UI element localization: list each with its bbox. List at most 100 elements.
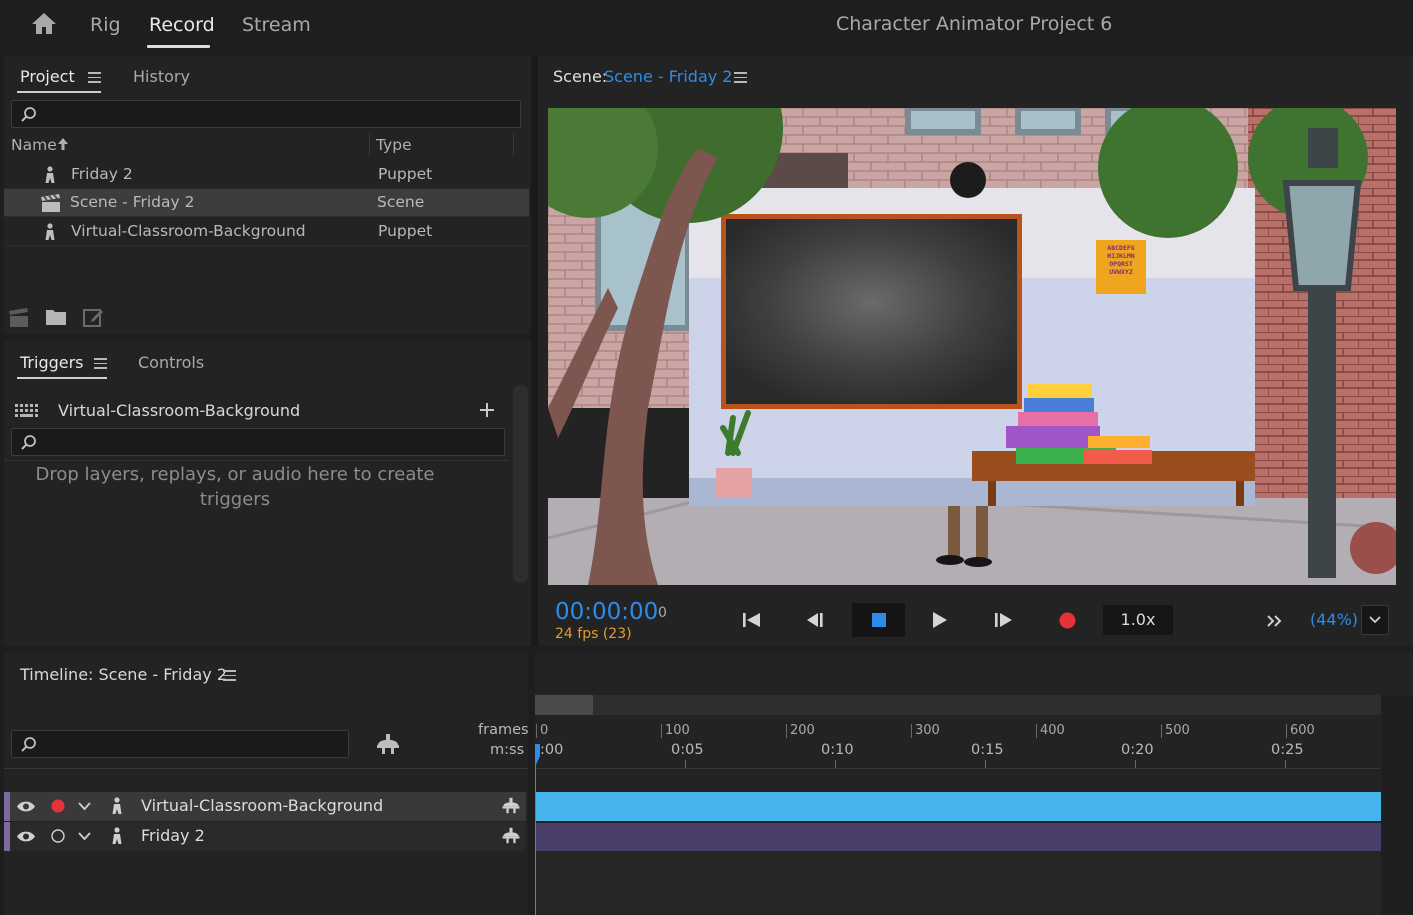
track-bar[interactable] (536, 792, 1381, 821)
project-menu-icon[interactable] (88, 72, 101, 83)
search-icon (20, 736, 38, 758)
stop-icon (872, 613, 886, 627)
triggers-scrollbar[interactable] (513, 385, 528, 583)
timeline-zoom-handle[interactable] (535, 695, 593, 715)
project-search[interactable] (11, 100, 521, 128)
item-type: Scene (377, 193, 425, 211)
alphabet-poster: ABCDEFG HIJKLMN OPQRST UVWXYZ (1098, 244, 1144, 276)
column-name-header[interactable]: Name (11, 136, 57, 154)
panel-splitter[interactable] (528, 653, 535, 915)
record-button-icon[interactable] (1059, 612, 1076, 629)
ruler-frame-label: 500 (1165, 723, 1190, 738)
timecode[interactable]: 00:00:00 (555, 599, 658, 625)
project-search-input[interactable] (42, 104, 514, 124)
playback-speed[interactable]: 1.0x (1103, 605, 1173, 635)
step-forward-icon[interactable] (994, 611, 1014, 629)
puppet-icon (43, 166, 57, 184)
tab-controls[interactable]: Controls (138, 353, 204, 372)
track-bar[interactable] (536, 823, 1381, 851)
frame-number: 0 (658, 605, 667, 621)
poster-line: ABCDEFG (1107, 244, 1135, 252)
new-item-icon[interactable] (82, 307, 104, 328)
ruler-frame-label: 0 (540, 723, 549, 738)
tab-stream[interactable]: Stream (242, 14, 311, 36)
scene-preview[interactable]: ABCDEFG HIJKLMN OPQRST UVWXYZ (548, 108, 1396, 585)
new-folder-icon[interactable] (45, 309, 67, 326)
eye-icon[interactable] (16, 800, 36, 813)
track-color-tag (4, 822, 10, 851)
puppet-icon (43, 223, 57, 241)
chevron-down-icon[interactable] (78, 802, 91, 811)
classroom-scene-image (548, 108, 1396, 585)
ruler-time-tick (685, 760, 686, 768)
sort-ascending-icon (57, 137, 69, 151)
chevron-down-icon[interactable] (78, 832, 91, 841)
eye-icon[interactable] (16, 830, 36, 843)
track-row[interactable]: Virtual-Classroom-Background (4, 792, 526, 821)
zoom-level[interactable]: (44%) (1310, 610, 1358, 629)
ruler-frame-label: 200 (790, 723, 815, 738)
tab-project[interactable]: Project (20, 67, 75, 86)
track-name: Friday 2 (141, 826, 205, 845)
triggers-search-input[interactable] (42, 432, 498, 452)
record-arm-icon[interactable] (51, 829, 65, 843)
fast-forward-icon[interactable] (1266, 613, 1283, 629)
timeline-search-input[interactable] (42, 734, 342, 754)
frames-label: frames (478, 722, 529, 738)
timeline-right-gutter (1381, 695, 1413, 915)
track-empty-area (536, 852, 1381, 915)
ruler-frame-tick (1286, 724, 1287, 738)
workspace-bar: Rig Record Stream Character Animator Pro… (0, 0, 1413, 52)
ruler-frame-tick (786, 724, 787, 738)
triggers-search[interactable] (11, 428, 505, 456)
chevron-down-icon (1369, 615, 1381, 624)
timeline-menu-icon[interactable] (223, 670, 236, 681)
new-scene-icon[interactable] (8, 307, 30, 328)
go-to-start-icon[interactable] (742, 611, 762, 629)
step-back-icon[interactable] (805, 611, 825, 629)
ruler-frame-tick (661, 724, 662, 738)
timeline-search[interactable] (11, 730, 349, 758)
ruler-time-label: :00 (540, 742, 564, 758)
column-type-header[interactable]: Type (376, 136, 412, 154)
play-icon[interactable] (931, 611, 949, 629)
list-item[interactable]: Friday 2 Puppet (4, 161, 529, 189)
record-arm-icon[interactable] (51, 799, 65, 813)
clapperboard-icon (40, 193, 62, 213)
tab-triggers[interactable]: Triggers (20, 353, 84, 372)
add-trigger-icon[interactable] (480, 403, 494, 417)
ruler-time-label: 0:10 (821, 742, 854, 758)
list-item[interactable]: Scene - Friday 2 Scene (4, 189, 529, 217)
timeline-zoom-bar[interactable] (535, 695, 1381, 715)
search-icon (20, 106, 38, 128)
triggers-menu-icon[interactable] (94, 358, 107, 369)
item-name: Scene - Friday 2 (70, 193, 195, 211)
track-color-tag (4, 792, 10, 821)
stop-button[interactable] (852, 603, 905, 637)
puppet-tracks-icon[interactable] (501, 797, 521, 814)
zoom-dropdown[interactable] (1361, 605, 1389, 635)
tab-history[interactable]: History (133, 67, 190, 86)
column-divider (513, 134, 514, 156)
puppet-tracks-icon[interactable] (375, 733, 401, 755)
tab-record[interactable]: Record (149, 14, 215, 36)
scene-name-link[interactable]: Scene - Friday 2 (604, 67, 732, 86)
scene-menu-icon[interactable] (734, 72, 747, 83)
poster-line: OPQRST (1109, 260, 1133, 268)
home-icon[interactable] (30, 11, 58, 35)
track-row[interactable]: Friday 2 (4, 822, 526, 851)
ruler-time-label: 0:15 (971, 742, 1004, 758)
list-item[interactable]: Virtual-Classroom-Background Puppet (4, 218, 529, 246)
tab-rig[interactable]: Rig (90, 14, 121, 36)
divider (4, 768, 1413, 769)
divider (4, 460, 509, 461)
puppet-tracks-icon[interactable] (501, 827, 521, 844)
panel-splitter[interactable] (531, 56, 538, 646)
poster-line: UVWXYZ (1109, 268, 1133, 276)
track-name: Virtual-Classroom-Background (141, 796, 384, 815)
item-name: Friday 2 (71, 165, 133, 183)
ruler-time-label: 0:20 (1121, 742, 1154, 758)
app-title: Character Animator Project 6 (836, 13, 1113, 35)
trigger-puppet-name: Virtual-Classroom-Background (58, 401, 301, 420)
project-tab-indicator (17, 91, 101, 93)
